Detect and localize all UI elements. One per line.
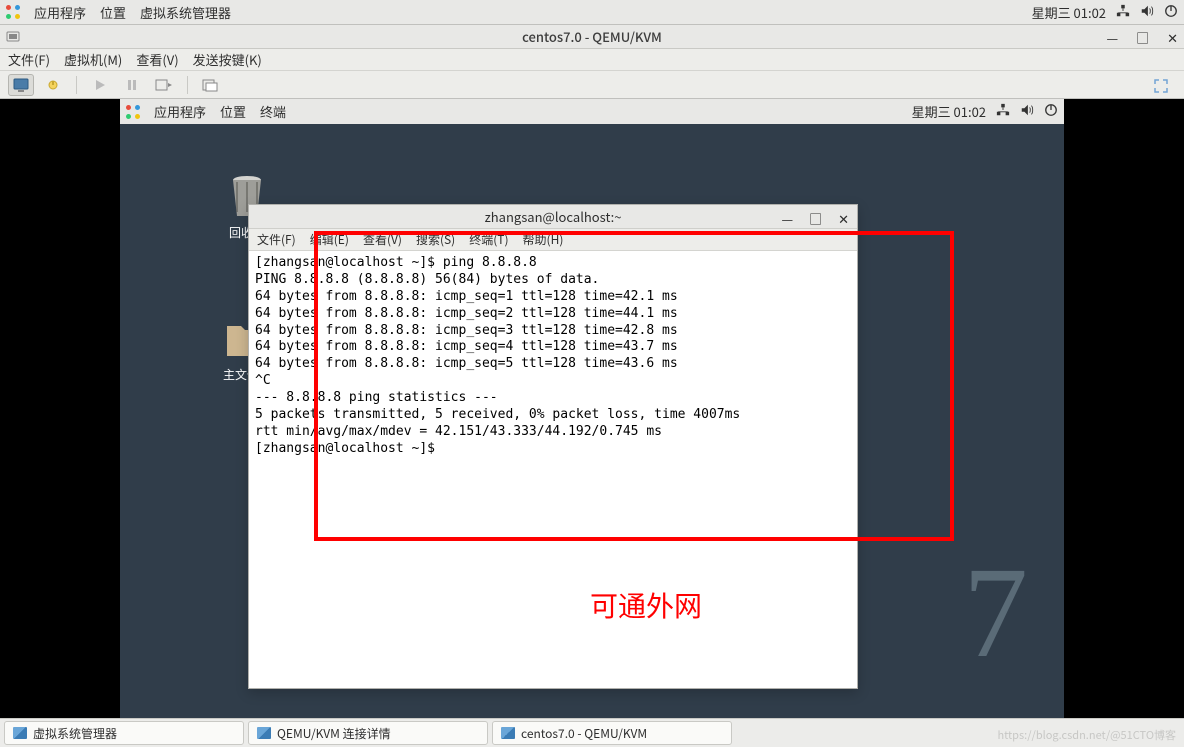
minimize-button[interactable]: — bbox=[1106, 28, 1118, 47]
close-button[interactable]: ✕ bbox=[1167, 28, 1178, 47]
titlebar-app-icon bbox=[6, 29, 20, 43]
annotation-text: 可通外网 bbox=[590, 585, 702, 625]
fullscreen-button[interactable] bbox=[1148, 75, 1174, 97]
vmm-window-title: centos7.0 - QEMU/KVM bbox=[522, 27, 662, 46]
guest-desktop[interactable]: 回收站 主文件夹 7 zhangsan@localhost:~ — □ ✕ bbox=[120, 124, 1064, 718]
terminal-titlebar[interactable]: zhangsan@localhost:~ — □ ✕ bbox=[249, 205, 857, 229]
watermark-text: https://blog.csdn.net/@51CTO博客 bbox=[997, 727, 1176, 743]
vmm-menu-view[interactable]: 查看(V) bbox=[136, 50, 178, 69]
host-taskbar: 虚拟系统管理器 QEMU/KVM 连接详情 centos7.0 - QEMU/K… bbox=[0, 718, 1184, 747]
volume-icon[interactable] bbox=[1020, 102, 1034, 121]
terminal-menu-terminal[interactable]: 终端(T) bbox=[469, 231, 508, 248]
run-button[interactable] bbox=[87, 74, 113, 96]
taskbar-item-vmm[interactable]: 虚拟系统管理器 bbox=[4, 721, 244, 745]
network-icon[interactable] bbox=[996, 102, 1010, 121]
vmm-menu-vm[interactable]: 虚拟机(M) bbox=[64, 50, 122, 69]
terminal-output[interactable]: [zhangsan@localhost ~]$ ping 8.8.8.8 PIN… bbox=[249, 251, 857, 462]
gnome-logo-icon bbox=[126, 105, 140, 119]
terminal-menu-help[interactable]: 帮助(H) bbox=[523, 231, 564, 248]
vm-console-viewport[interactable]: 应用程序 位置 终端 星期三 01:02 回收站 主文件夹 7 bbox=[0, 99, 1184, 718]
terminal-maximize-button[interactable]: □ bbox=[809, 209, 822, 228]
guest-screen[interactable]: 应用程序 位置 终端 星期三 01:02 回收站 主文件夹 7 bbox=[120, 99, 1064, 718]
vmm-toolbar bbox=[0, 71, 1184, 99]
network-icon[interactable] bbox=[1116, 3, 1130, 22]
window-icon bbox=[13, 727, 27, 739]
taskbar-item-centos-console[interactable]: centos7.0 - QEMU/KVM bbox=[492, 721, 732, 745]
console-view-button[interactable] bbox=[8, 74, 34, 96]
window-icon bbox=[501, 727, 515, 739]
guest-clock: 星期三 01:02 bbox=[912, 102, 986, 121]
guest-menu-terminal[interactable]: 终端 bbox=[260, 102, 286, 121]
shutdown-button[interactable] bbox=[151, 74, 177, 96]
taskbar-item-connection-details[interactable]: QEMU/KVM 连接详情 bbox=[248, 721, 488, 745]
vmm-menu-file[interactable]: 文件(F) bbox=[8, 50, 50, 69]
terminal-menu-view[interactable]: 查看(V) bbox=[363, 231, 402, 248]
toolbar-separator bbox=[187, 76, 188, 94]
maximize-button[interactable]: □ bbox=[1136, 28, 1149, 47]
host-menu-apps[interactable]: 应用程序 bbox=[34, 3, 86, 22]
toolbar-separator bbox=[76, 76, 77, 94]
terminal-menubar: 文件(F) 编辑(E) 查看(V) 搜索(S) 终端(T) 帮助(H) bbox=[249, 229, 857, 251]
volume-icon[interactable] bbox=[1140, 3, 1154, 22]
gnome-logo-icon bbox=[6, 5, 20, 19]
power-icon[interactable] bbox=[1044, 102, 1058, 121]
terminal-menu-edit[interactable]: 编辑(E) bbox=[310, 231, 349, 248]
vmm-menu-sendkeys[interactable]: 发送按键(K) bbox=[193, 50, 262, 69]
vmm-menubar: 文件(F) 虚拟机(M) 查看(V) 发送按键(K) bbox=[0, 49, 1184, 71]
host-clock: 星期三 01:02 bbox=[1032, 3, 1106, 22]
terminal-menu-file[interactable]: 文件(F) bbox=[257, 231, 296, 248]
guest-menu-apps[interactable]: 应用程序 bbox=[154, 102, 206, 121]
host-top-panel: 应用程序 位置 虚拟系统管理器 星期三 01:02 bbox=[0, 0, 1184, 25]
details-view-button[interactable] bbox=[40, 74, 66, 96]
terminal-menu-search[interactable]: 搜索(S) bbox=[416, 231, 455, 248]
pause-button[interactable] bbox=[119, 74, 145, 96]
guest-menu-places[interactable]: 位置 bbox=[220, 102, 246, 121]
guest-top-panel: 应用程序 位置 终端 星期三 01:02 bbox=[120, 99, 1064, 124]
power-icon[interactable] bbox=[1164, 3, 1178, 22]
terminal-title: zhangsan@localhost:~ bbox=[485, 207, 622, 226]
host-menu-vmm[interactable]: 虚拟系统管理器 bbox=[140, 3, 231, 22]
centos7-watermark: 7 bbox=[963, 538, 1028, 688]
snapshot-button[interactable] bbox=[198, 74, 224, 96]
terminal-minimize-button[interactable]: — bbox=[781, 209, 793, 228]
terminal-close-button[interactable]: ✕ bbox=[838, 209, 849, 228]
terminal-window: zhangsan@localhost:~ — □ ✕ 文件(F) 编辑(E) 查… bbox=[248, 204, 858, 689]
host-menu-places[interactable]: 位置 bbox=[100, 3, 126, 22]
vmm-window-titlebar: centos7.0 - QEMU/KVM — □ ✕ bbox=[0, 25, 1184, 49]
window-icon bbox=[257, 727, 271, 739]
